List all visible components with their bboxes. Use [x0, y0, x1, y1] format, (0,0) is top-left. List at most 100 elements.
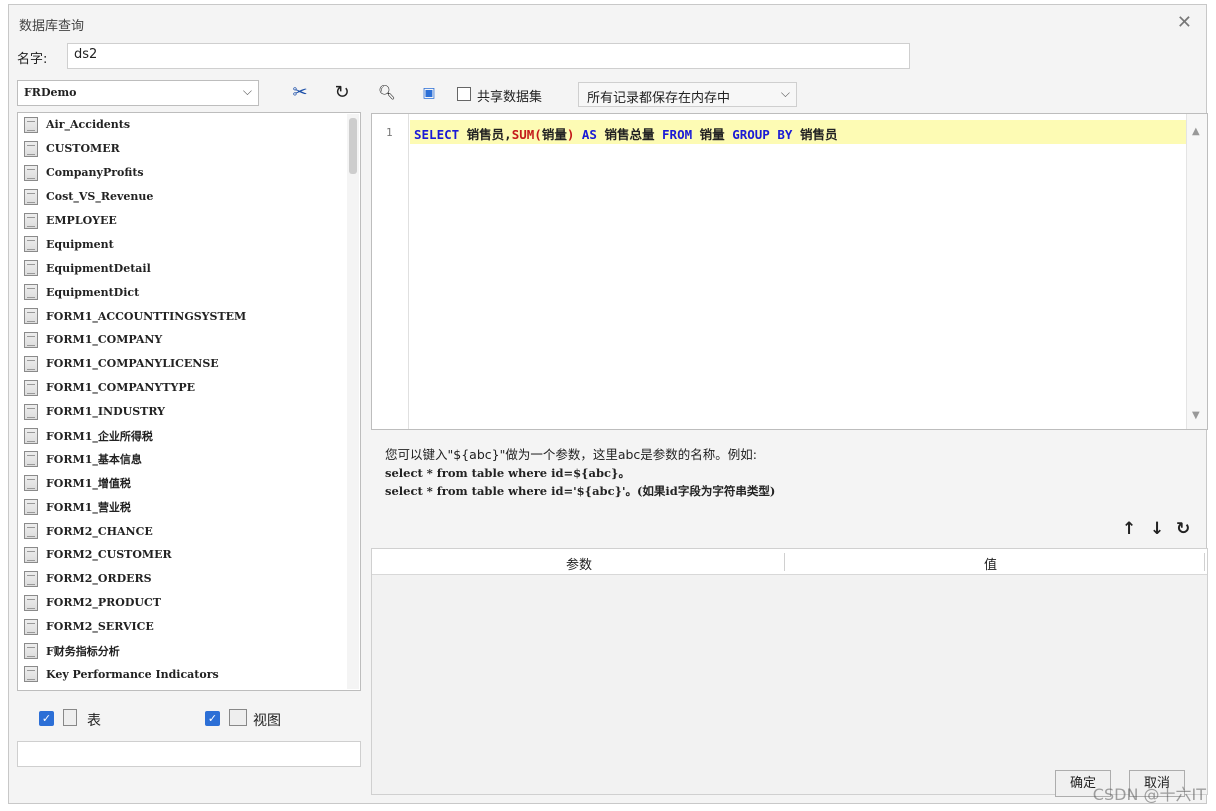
table-list-item[interactable]: FORM1_企业所得税 [18, 424, 360, 448]
connection-select[interactable]: FRDemo ⌵ [17, 80, 259, 106]
refresh-icon[interactable]: ↻ [329, 80, 355, 106]
table-list-item[interactable]: FORM1_增值税 [18, 471, 360, 495]
scroll-down-icon[interactable]: ▼ [1192, 410, 1200, 421]
save-icon[interactable]: ▣ [419, 83, 439, 103]
table-list-item[interactable]: FORM1_INDUSTRY [18, 400, 360, 424]
table-name: CUSTOMER [46, 142, 120, 156]
table-list-item[interactable]: CompanyProfits [18, 161, 360, 185]
editor-scrollbar[interactable]: ▲ ▼ [1186, 114, 1207, 429]
table-icon [24, 451, 38, 468]
share-dataset-label: 共享数据集 [477, 90, 543, 105]
edit-connection-icon[interactable]: ✂ [287, 80, 313, 106]
scrollbar-thumb[interactable] [349, 118, 357, 174]
view-icon [229, 709, 247, 726]
name-input[interactable]: ds2 [67, 43, 910, 69]
table-list-item[interactable]: FORM1_COMPANYTYPE [18, 376, 360, 400]
chevron-down-icon: ⌵ [780, 86, 790, 100]
sql-keyword: AS [574, 127, 605, 142]
table-icon [24, 642, 38, 659]
line-number: 1 [386, 126, 393, 139]
table-list-item[interactable]: Equipment [18, 232, 360, 256]
table-name: F财务指标分析 [46, 644, 120, 658]
table-icon [24, 331, 38, 348]
table-icon [63, 709, 77, 726]
table-icon [24, 212, 38, 229]
table-list-item[interactable]: FORM2_ORDERS [18, 567, 360, 591]
table-list-item[interactable]: CUSTOMER [18, 137, 360, 161]
table-search-input[interactable] [17, 741, 361, 767]
filter-row: ✓ 表 ✓ 视图 [17, 707, 361, 735]
table-list-item[interactable]: F财务指标分析 [18, 639, 360, 663]
move-up-icon[interactable]: ↑ [1122, 519, 1136, 539]
parameter-toolbar: ↑ ↓ ↻ [1114, 519, 1194, 541]
sql-editor[interactable]: 1 SELECT 销售员,SUM(销量) AS 销售总量 FROM 销量 GRO… [371, 113, 1208, 430]
table-list-item[interactable]: Cost_VS_Revenue [18, 185, 360, 209]
parameter-hint: 您可以键入"${abc}"做为一个参数，这里abc是参数的名称。例如: sele… [385, 446, 775, 500]
sql-identifier: 销量 [541, 127, 567, 142]
table-list-item[interactable]: FORM1_COMPANYLICENSE [18, 352, 360, 376]
table-icon [24, 188, 38, 205]
table-name: FORM2_CUSTOMER [46, 548, 172, 562]
sql-keyword: GROUP BY [724, 127, 800, 142]
table-icon [24, 284, 38, 301]
sql-keyword: FROM [654, 127, 700, 142]
refresh-params-icon[interactable]: ↻ [1176, 519, 1190, 539]
table-name: FORM1_企业所得税 [46, 429, 153, 443]
table-name: FORM1_COMPANY [46, 333, 163, 347]
dialog-title: 数据库查询 [19, 19, 85, 34]
table-name: FORM1_基本信息 [46, 453, 142, 467]
table-list: Air_Accidents CUSTOMER CompanyProfits Cost_… [17, 112, 361, 691]
table-list-item[interactable]: FORM2_SERVICE [18, 615, 360, 639]
preview-icon[interactable]: 🔍︎ [377, 83, 397, 103]
sql-identifier: 销售员, [459, 127, 512, 142]
name-label: 名字: [17, 52, 48, 67]
table-icon [24, 427, 38, 444]
table-icon [24, 618, 38, 635]
parameter-table-header: 参数 值 [372, 549, 1207, 575]
view-filter-label: 视图 [253, 713, 281, 729]
param-name-header: 参数 [566, 558, 593, 573]
memory-mode-select[interactable]: 所有记录都保存在内存中 ⌵ [578, 82, 797, 107]
table-name: Key Performance Indicators [46, 667, 219, 681]
line-gutter: 1 [372, 114, 409, 429]
watermark: CSDN @十六IT [1092, 785, 1206, 804]
table-list-scrollbar[interactable] [347, 114, 359, 689]
table-name: FORM1_营业税 [46, 501, 131, 515]
table-name: EMPLOYEE [46, 214, 117, 227]
view-filter-checkbox[interactable]: ✓ [205, 711, 220, 726]
table-list-item[interactable]: EMPLOYEE [18, 209, 360, 233]
table-list-item[interactable]: FORM1_COMPANY [18, 328, 360, 352]
table-list-item[interactable]: FORM2_PRODUCT [18, 591, 360, 615]
database-query-dialog: 数据库查询 ✕ 名字: ds2 FRDemo ⌵ ✂ ↻ Air_Acciden… [8, 4, 1208, 804]
table-name: Equipment [46, 237, 114, 251]
param-value-header: 值 [984, 558, 998, 573]
table-list-item[interactable]: Key Performance Indicators [18, 662, 360, 686]
table-list-item[interactable]: EquipmentDict [18, 280, 360, 304]
table-name: FORM1_ACCOUNTTINGSYSTEM [46, 309, 247, 323]
table-icon [24, 666, 38, 683]
table-list-item[interactable]: Air_Accidents [18, 113, 360, 137]
table-list-item[interactable]: FORM1_营业税 [18, 495, 360, 519]
table-list-item[interactable]: FORM1_ACCOUNTTINGSYSTEM [18, 304, 360, 328]
sql-code-line[interactable]: SELECT 销售员,SUM(销量) AS 销售总量 FROM 销量 GROUP… [410, 120, 1186, 144]
table-name: FORM1_COMPANYLICENSE [46, 357, 219, 371]
sql-identifier: 销售总量 [604, 127, 655, 142]
scroll-up-icon[interactable]: ▲ [1192, 126, 1200, 137]
sql-function: SUM( [511, 127, 542, 142]
move-down-icon[interactable]: ↓ [1150, 519, 1164, 539]
table-name: FORM1_增值税 [46, 477, 131, 491]
name-row: 名字: ds2 [17, 43, 910, 69]
table-filter-label: 表 [87, 713, 101, 729]
close-icon[interactable]: ✕ [1177, 12, 1192, 33]
table-name: FORM2_PRODUCT [46, 596, 161, 610]
table-list-item[interactable]: FORM1_基本信息 [18, 447, 360, 471]
share-dataset-checkbox[interactable] [457, 87, 471, 101]
table-list-item[interactable]: FORM2_CUSTOMER [18, 543, 360, 567]
query-panel: 🔍︎ ▣ 共享数据集 所有记录都保存在内存中 ⌵ 1 SELECT 销售员,SU… [371, 75, 1208, 795]
memory-mode-value: 所有记录都保存在内存中 [587, 91, 731, 106]
parameter-table: 参数 值 [371, 548, 1208, 795]
table-filter-checkbox[interactable]: ✓ [39, 711, 54, 726]
table-list-item[interactable]: EquipmentDetail [18, 256, 360, 280]
table-list-item[interactable]: FORM2_CHANCE [18, 519, 360, 543]
table-icon [24, 140, 38, 157]
